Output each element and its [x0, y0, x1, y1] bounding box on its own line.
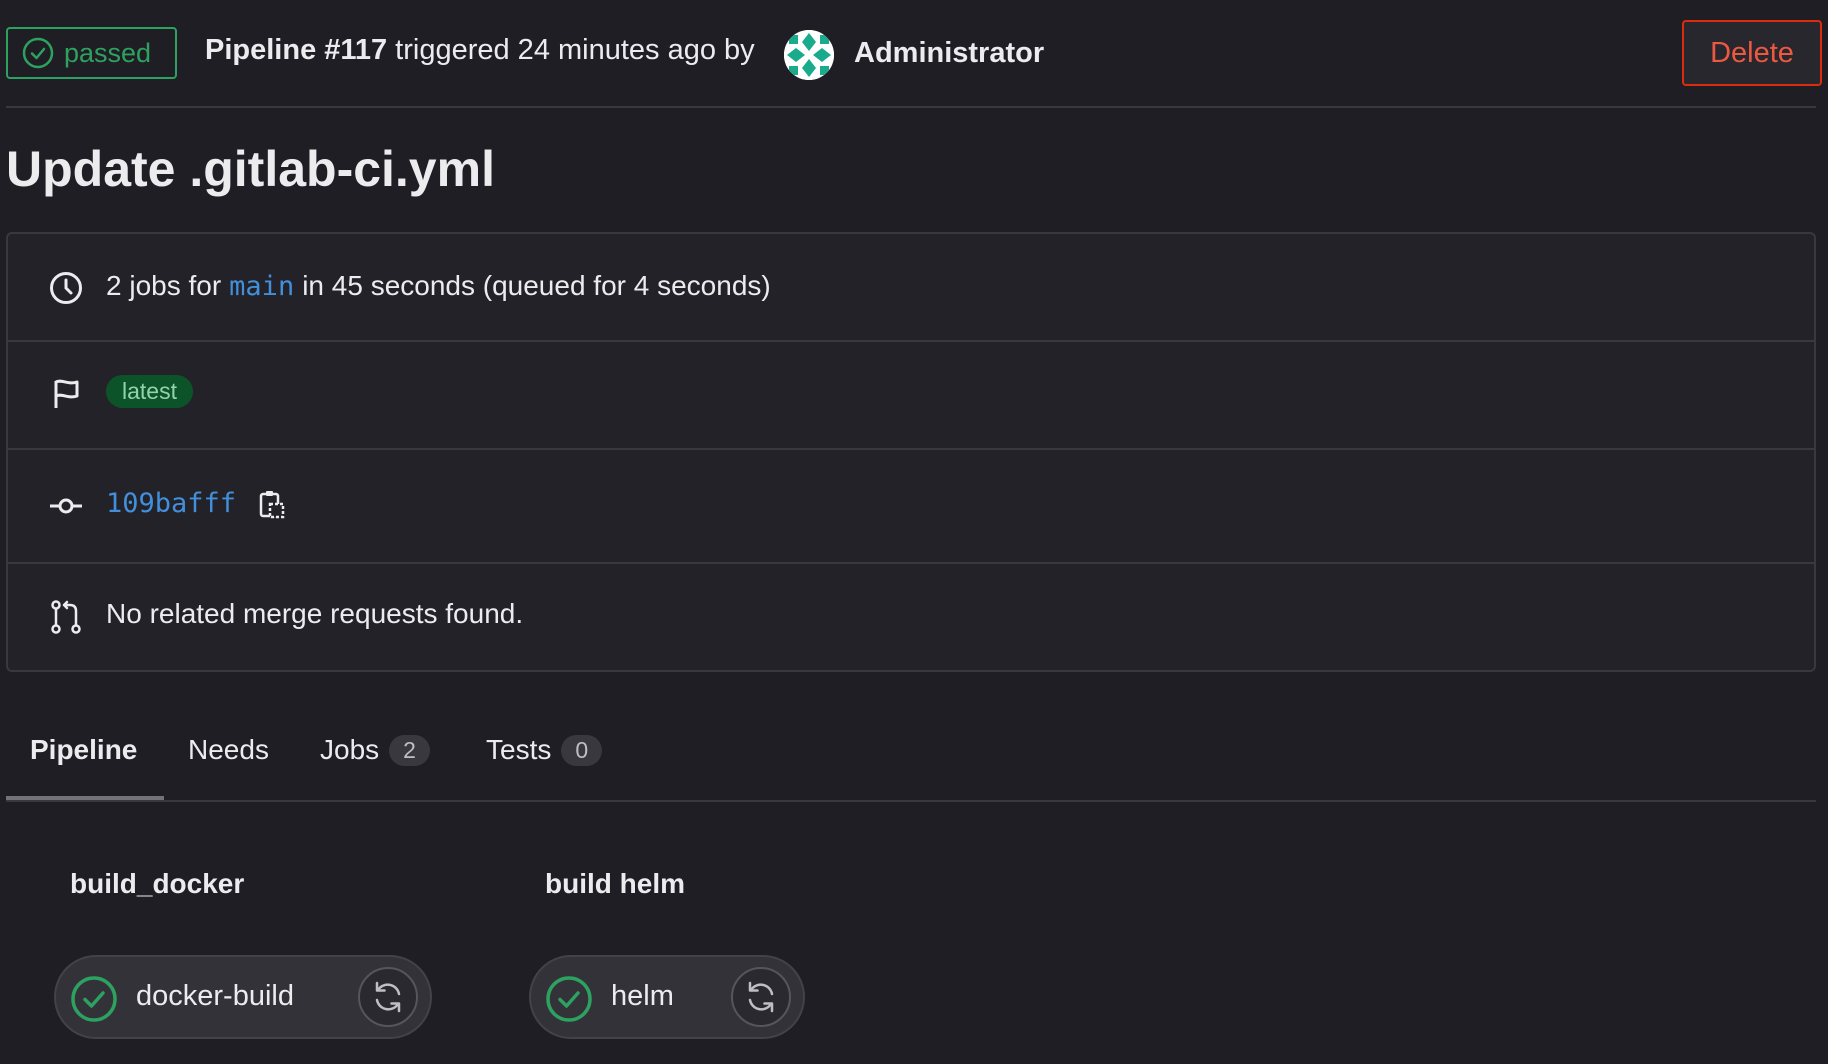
- job-name: helm: [611, 980, 674, 1012]
- pipeline-meta: Pipeline #117 triggered 24 minutes ago b…: [205, 34, 755, 67]
- tag-badge[interactable]: latest: [106, 375, 193, 408]
- tab-label: Jobs: [320, 734, 380, 765]
- commit-sha-link[interactable]: 109bafff: [106, 488, 236, 519]
- tab-label: Needs: [188, 734, 269, 765]
- retry-button[interactable]: [358, 967, 418, 1027]
- jobs-count-text: 2 jobs for: [106, 270, 222, 301]
- pipeline-header: passed Pipeline #117 triggered 24 minute…: [6, 0, 1822, 108]
- pipeline-id: Pipeline #117: [205, 34, 388, 66]
- retry-icon: [375, 981, 401, 1013]
- tab-label: Tests: [486, 734, 552, 765]
- status-badge[interactable]: passed: [6, 27, 177, 79]
- jobs-count-badge: 2: [389, 734, 430, 766]
- tests-count-badge: 0: [561, 734, 603, 766]
- tab-needs[interactable]: Needs: [188, 700, 269, 800]
- triggered-text: triggered 24 minutes ago by: [395, 34, 755, 66]
- page-title: Update .gitlab-ci.yml: [6, 141, 495, 197]
- tab-pipeline[interactable]: Pipeline: [30, 700, 137, 800]
- branch-link[interactable]: main: [229, 271, 294, 302]
- commit-icon: [48, 488, 84, 524]
- job-name: docker-build: [136, 980, 294, 1012]
- duration-text: 2 jobs for main in 45 seconds (queued fo…: [106, 270, 771, 302]
- check-circle-icon: [71, 976, 117, 1022]
- user-name-link[interactable]: Administrator: [854, 37, 1044, 70]
- stage-title: build_docker: [70, 868, 245, 899]
- job-docker-build[interactable]: docker-build: [54, 955, 432, 1039]
- duration-detail: in 45 seconds (queued for 4 seconds): [302, 270, 771, 301]
- retry-icon: [748, 981, 774, 1013]
- tab-tests[interactable]: Tests 0: [486, 700, 603, 800]
- clock-icon: [48, 270, 84, 306]
- delete-button[interactable]: Delete: [1682, 20, 1822, 86]
- active-tab-indicator: [6, 796, 164, 800]
- merge-request-row: No related merge requests found.: [8, 564, 1814, 670]
- copy-to-clipboard-icon[interactable]: [256, 489, 286, 519]
- pipeline-tabs: Pipeline Needs Jobs 2 Tests 0: [6, 700, 1816, 802]
- stage-title: build helm: [545, 868, 685, 899]
- check-circle-icon: [546, 976, 592, 1022]
- job-helm[interactable]: helm: [529, 955, 805, 1039]
- flag-icon: [48, 376, 84, 412]
- avatar[interactable]: [784, 30, 834, 80]
- tag-row: latest: [8, 342, 1814, 450]
- retry-button[interactable]: [731, 967, 791, 1027]
- tab-label: Pipeline: [30, 734, 138, 765]
- check-circle-icon: [22, 37, 54, 69]
- tab-jobs[interactable]: Jobs 2: [320, 700, 430, 800]
- pipeline-info-card: 2 jobs for main in 45 seconds (queued fo…: [6, 232, 1816, 672]
- status-label: passed: [64, 37, 152, 68]
- commit-row: 109bafff: [8, 450, 1814, 564]
- merge-requests-text: No related merge requests found.: [106, 598, 524, 629]
- merge-request-icon: [48, 599, 84, 635]
- duration-row: 2 jobs for main in 45 seconds (queued fo…: [8, 234, 1814, 342]
